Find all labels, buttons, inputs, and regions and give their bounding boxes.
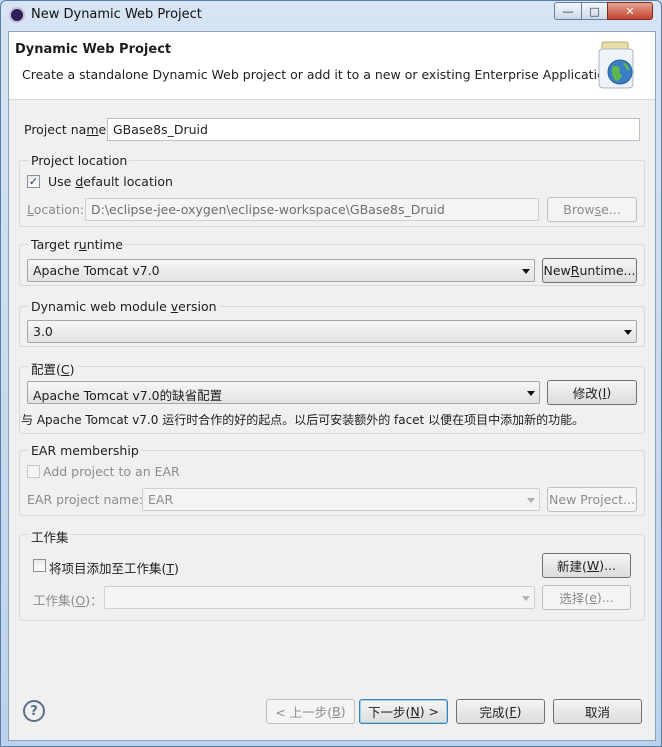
dialog-window: New Dynamic Web Project — □ ✕ Dynamic We…	[0, 0, 662, 747]
dialog-body: Dynamic Web Project Create a standalone …	[8, 31, 656, 741]
modify-configuration-button[interactable]: 修改(I)	[547, 380, 637, 405]
chevron-down-icon	[522, 596, 530, 601]
module-version-title: Dynamic web module version	[29, 299, 219, 314]
location-label: Location:	[27, 202, 85, 217]
help-icon[interactable]: ?	[23, 700, 45, 722]
target-runtime-title: Target runtime	[29, 237, 125, 252]
window-title: New Dynamic Web Project	[31, 7, 202, 22]
configuration-title: 配置(C)	[29, 359, 77, 378]
use-default-location-checkbox[interactable]: ✓	[27, 175, 40, 188]
working-set-label: 工作集(O)：	[33, 593, 103, 608]
project-name-input[interactable]: GBase8s_Druid	[107, 118, 640, 141]
chevron-down-icon	[522, 269, 530, 274]
new-runtime-button[interactable]: New Runtime...	[542, 258, 637, 283]
close-button[interactable]: ✕	[607, 2, 653, 20]
module-version-select[interactable]: 3.0	[27, 320, 637, 343]
add-to-ear-label: Add project to an EAR	[43, 464, 180, 479]
close-icon: ✕	[625, 4, 635, 18]
chevron-down-icon	[624, 330, 632, 335]
target-runtime-select[interactable]: Apache Tomcat v7.0	[27, 259, 535, 282]
use-default-location-label: Use default location	[48, 174, 173, 189]
eclipse-icon	[9, 7, 25, 23]
web-project-jar-icon	[598, 41, 634, 89]
chevron-down-icon	[527, 498, 535, 503]
back-button[interactable]: < 上一步(B)	[266, 699, 355, 724]
finish-button[interactable]: 完成(F)	[456, 699, 545, 724]
maximize-icon: □	[589, 4, 600, 18]
add-to-working-set-checkbox[interactable]	[33, 559, 46, 572]
project-name-label: Project name:	[24, 122, 111, 137]
ear-project-name-label: EAR project name:	[27, 492, 144, 507]
minimize-button[interactable]: —	[554, 2, 582, 20]
target-runtime-group: Target runtime Apache Tomcat v7.0 New Ru…	[19, 237, 645, 286]
wizard-header: Dynamic Web Project Create a standalone …	[9, 32, 655, 100]
page-title: Dynamic Web Project	[15, 42, 172, 57]
browse-button[interactable]: Brow s e...	[547, 197, 637, 222]
minimize-icon: —	[562, 4, 574, 18]
ear-membership-title: EAR membership	[29, 443, 141, 458]
working-set-group: 工作集 将项目添加至工作集(T) 新建(W)... 工作集(O)： 选择(e).…	[19, 527, 645, 621]
next-button[interactable]: 下一步(N) >	[359, 699, 448, 724]
location-input[interactable]: D:\eclipse-jee-oxygen\eclipse-workspace\…	[85, 198, 539, 221]
ear-project-name-select[interactable]: EAR	[142, 488, 540, 511]
configuration-description: 与 Apache Tomcat v7.0 运行时合作的好的起点。以后可安装额外的…	[21, 413, 585, 427]
project-location-title: Project location	[29, 153, 130, 168]
maximize-button[interactable]: □	[581, 2, 608, 20]
new-working-set-button[interactable]: 新建(W)...	[542, 553, 631, 578]
working-set-select[interactable]	[104, 586, 535, 609]
module-version-group: Dynamic web module version 3.0	[19, 299, 645, 347]
working-set-title: 工作集	[29, 527, 71, 546]
configuration-select[interactable]: Apache Tomcat v7.0的缺省配置	[27, 381, 540, 404]
chevron-down-icon	[527, 391, 535, 396]
ear-membership-group: EAR membership Add project to an EAR EAR…	[19, 443, 645, 516]
title-bar[interactable]: New Dynamic Web Project — □ ✕	[1, 1, 661, 29]
select-working-set-button[interactable]: 选择(e)...	[542, 585, 631, 610]
configuration-group: 配置(C) Apache Tomcat v7.0的缺省配置 修改(I) 与 Ap…	[19, 359, 645, 434]
cancel-button[interactable]: 取消	[553, 699, 642, 724]
page-description: Create a standalone Dynamic Web project …	[22, 67, 617, 82]
project-location-group: Project location ✓ Use default location …	[19, 153, 645, 227]
add-to-ear-checkbox[interactable]	[27, 465, 40, 478]
add-to-working-set-label: 将项目添加至工作集(T)	[49, 561, 179, 576]
new-ear-project-button[interactable]: New Project...	[547, 487, 637, 512]
